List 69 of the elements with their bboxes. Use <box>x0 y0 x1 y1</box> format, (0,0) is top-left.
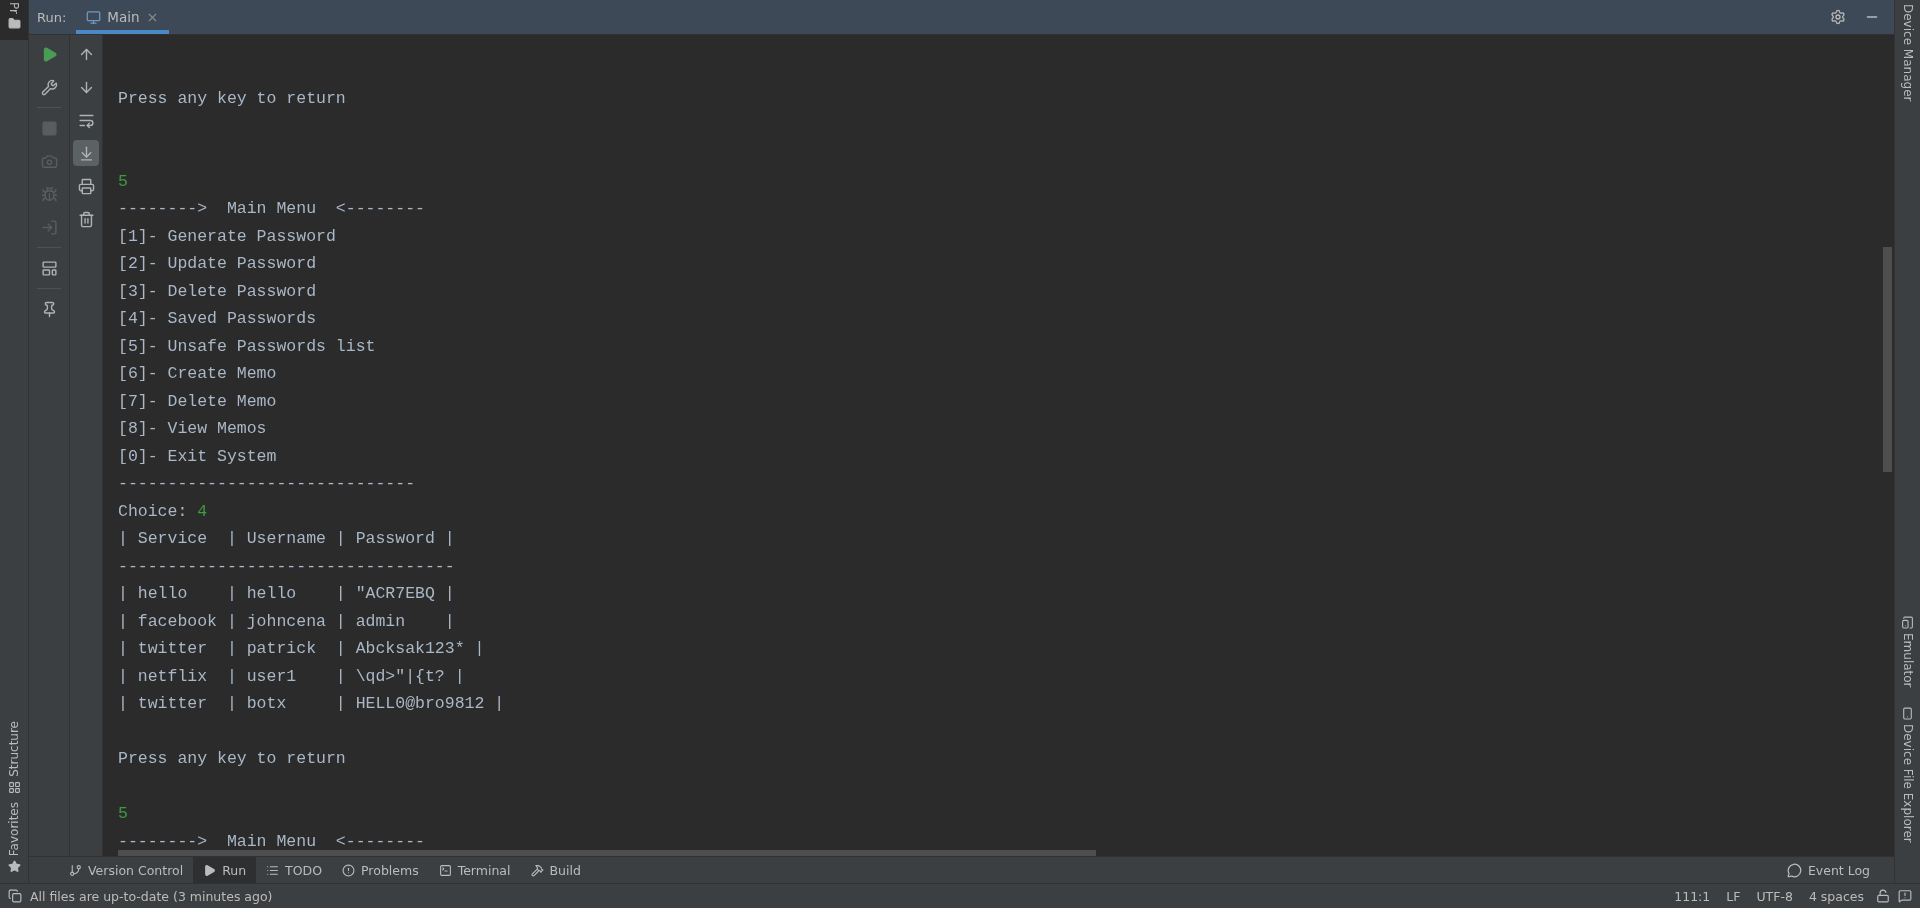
console-line: | twitter | patrick | Abcksak123* | <box>118 638 485 660</box>
horizontal-scrollbar[interactable] <box>118 850 1096 857</box>
side-tab[interactable]: Device File Explorer <box>1900 724 1915 844</box>
console-line: [4]- Saved Passwords <box>118 308 317 330</box>
console-line: Press any key to return <box>118 88 346 110</box>
console-line: [1]- Generate Password <box>118 225 336 248</box>
console-line: --------> Main Menu <-------- <box>118 198 425 220</box>
console-line: [7]- Delete Memo <box>118 390 277 413</box>
console-line: Choice: 4 <box>118 500 208 523</box>
phone-icon <box>1901 707 1914 721</box>
console-line: | Service | Username | Password | <box>118 528 455 550</box>
vertical-scrollbar[interactable] <box>1883 247 1892 472</box>
trash-icon <box>77 210 95 228</box>
status-item[interactable]: 4 spaces <box>1804 888 1868 904</box>
structure-icon <box>7 780 21 794</box>
project-tab[interactable]: Pr <box>7 2 21 14</box>
terminal-icon <box>438 863 452 877</box>
stop-icon <box>40 119 58 137</box>
console-line: [5]- Unsafe Passwords list <box>118 335 376 358</box>
console-line: Press any key to return <box>118 748 346 770</box>
console-line: [0]- Exit System <box>118 445 277 468</box>
typed-input-text: 5 <box>118 803 128 825</box>
console-line: --------> Main Menu <-------- <box>118 830 425 853</box>
scroll-to-end-button[interactable] <box>73 140 99 166</box>
list-icon <box>266 863 280 877</box>
branch-icon <box>69 863 82 877</box>
status-message: All files are up-to-date (3 minutes ago) <box>30 888 273 904</box>
console-line: | facebook | johncena | admin | <box>118 610 455 633</box>
printer-icon <box>77 177 95 195</box>
tool-window-button[interactable]: Terminal <box>428 857 521 884</box>
console-line: | twitter | botx | HELL0@bro9812 | <box>118 693 505 715</box>
console-line: [2]- Update Password <box>118 253 317 275</box>
tool-window-button[interactable]: TODO <box>256 857 333 884</box>
console-line: [3]- Delete Password <box>118 280 317 303</box>
status-item[interactable]: UTF-8 <box>1752 888 1797 904</box>
bug-icon <box>40 185 58 203</box>
speech-bubble-icon <box>1786 862 1802 878</box>
side-tab[interactable]: Structure <box>7 721 21 777</box>
typed-input-text: 5 <box>118 170 128 193</box>
camera-icon <box>40 152 58 170</box>
status-item[interactable]: 111:1 <box>1670 888 1715 904</box>
tool-window-button[interactable]: Run <box>193 857 257 884</box>
console-line: | netflix | user1 | \qd>"|{t? | <box>118 665 465 688</box>
wrench-icon <box>40 78 58 96</box>
run-label: Run: <box>37 9 67 25</box>
side-tab[interactable]: Favorites <box>7 801 21 857</box>
console-line: | hello | hello | "ACR7EBQ | <box>118 583 455 605</box>
alert-icon <box>342 863 356 877</box>
side-tab[interactable]: Device Manager <box>1900 4 1915 102</box>
status-item[interactable]: LF <box>1722 888 1745 904</box>
console-line: ---------------------------------- <box>118 555 455 578</box>
side-tab[interactable]: Emulator <box>1900 632 1915 688</box>
folder-icon <box>7 16 21 30</box>
console-line: [6]- Create Memo <box>118 363 277 385</box>
event-log-button[interactable]: Event Log <box>1776 862 1880 878</box>
play-icon <box>203 863 217 877</box>
tool-window-button[interactable]: Build <box>520 857 591 884</box>
console-line: [8]- View Memos <box>118 418 267 440</box>
settings-icon[interactable] <box>1830 9 1846 25</box>
star-icon <box>7 860 21 874</box>
hammer-icon <box>530 863 544 877</box>
lock-icon[interactable] <box>1876 889 1890 903</box>
devices-icon <box>1901 615 1914 629</box>
exit-icon <box>40 218 58 236</box>
tool-window-button[interactable]: Version Control <box>59 857 194 884</box>
window-icon <box>86 9 102 25</box>
notification-icon[interactable] <box>1898 889 1912 903</box>
console-line: ------------------------------ <box>118 473 416 495</box>
tool-window-button[interactable]: Problems <box>332 857 429 884</box>
